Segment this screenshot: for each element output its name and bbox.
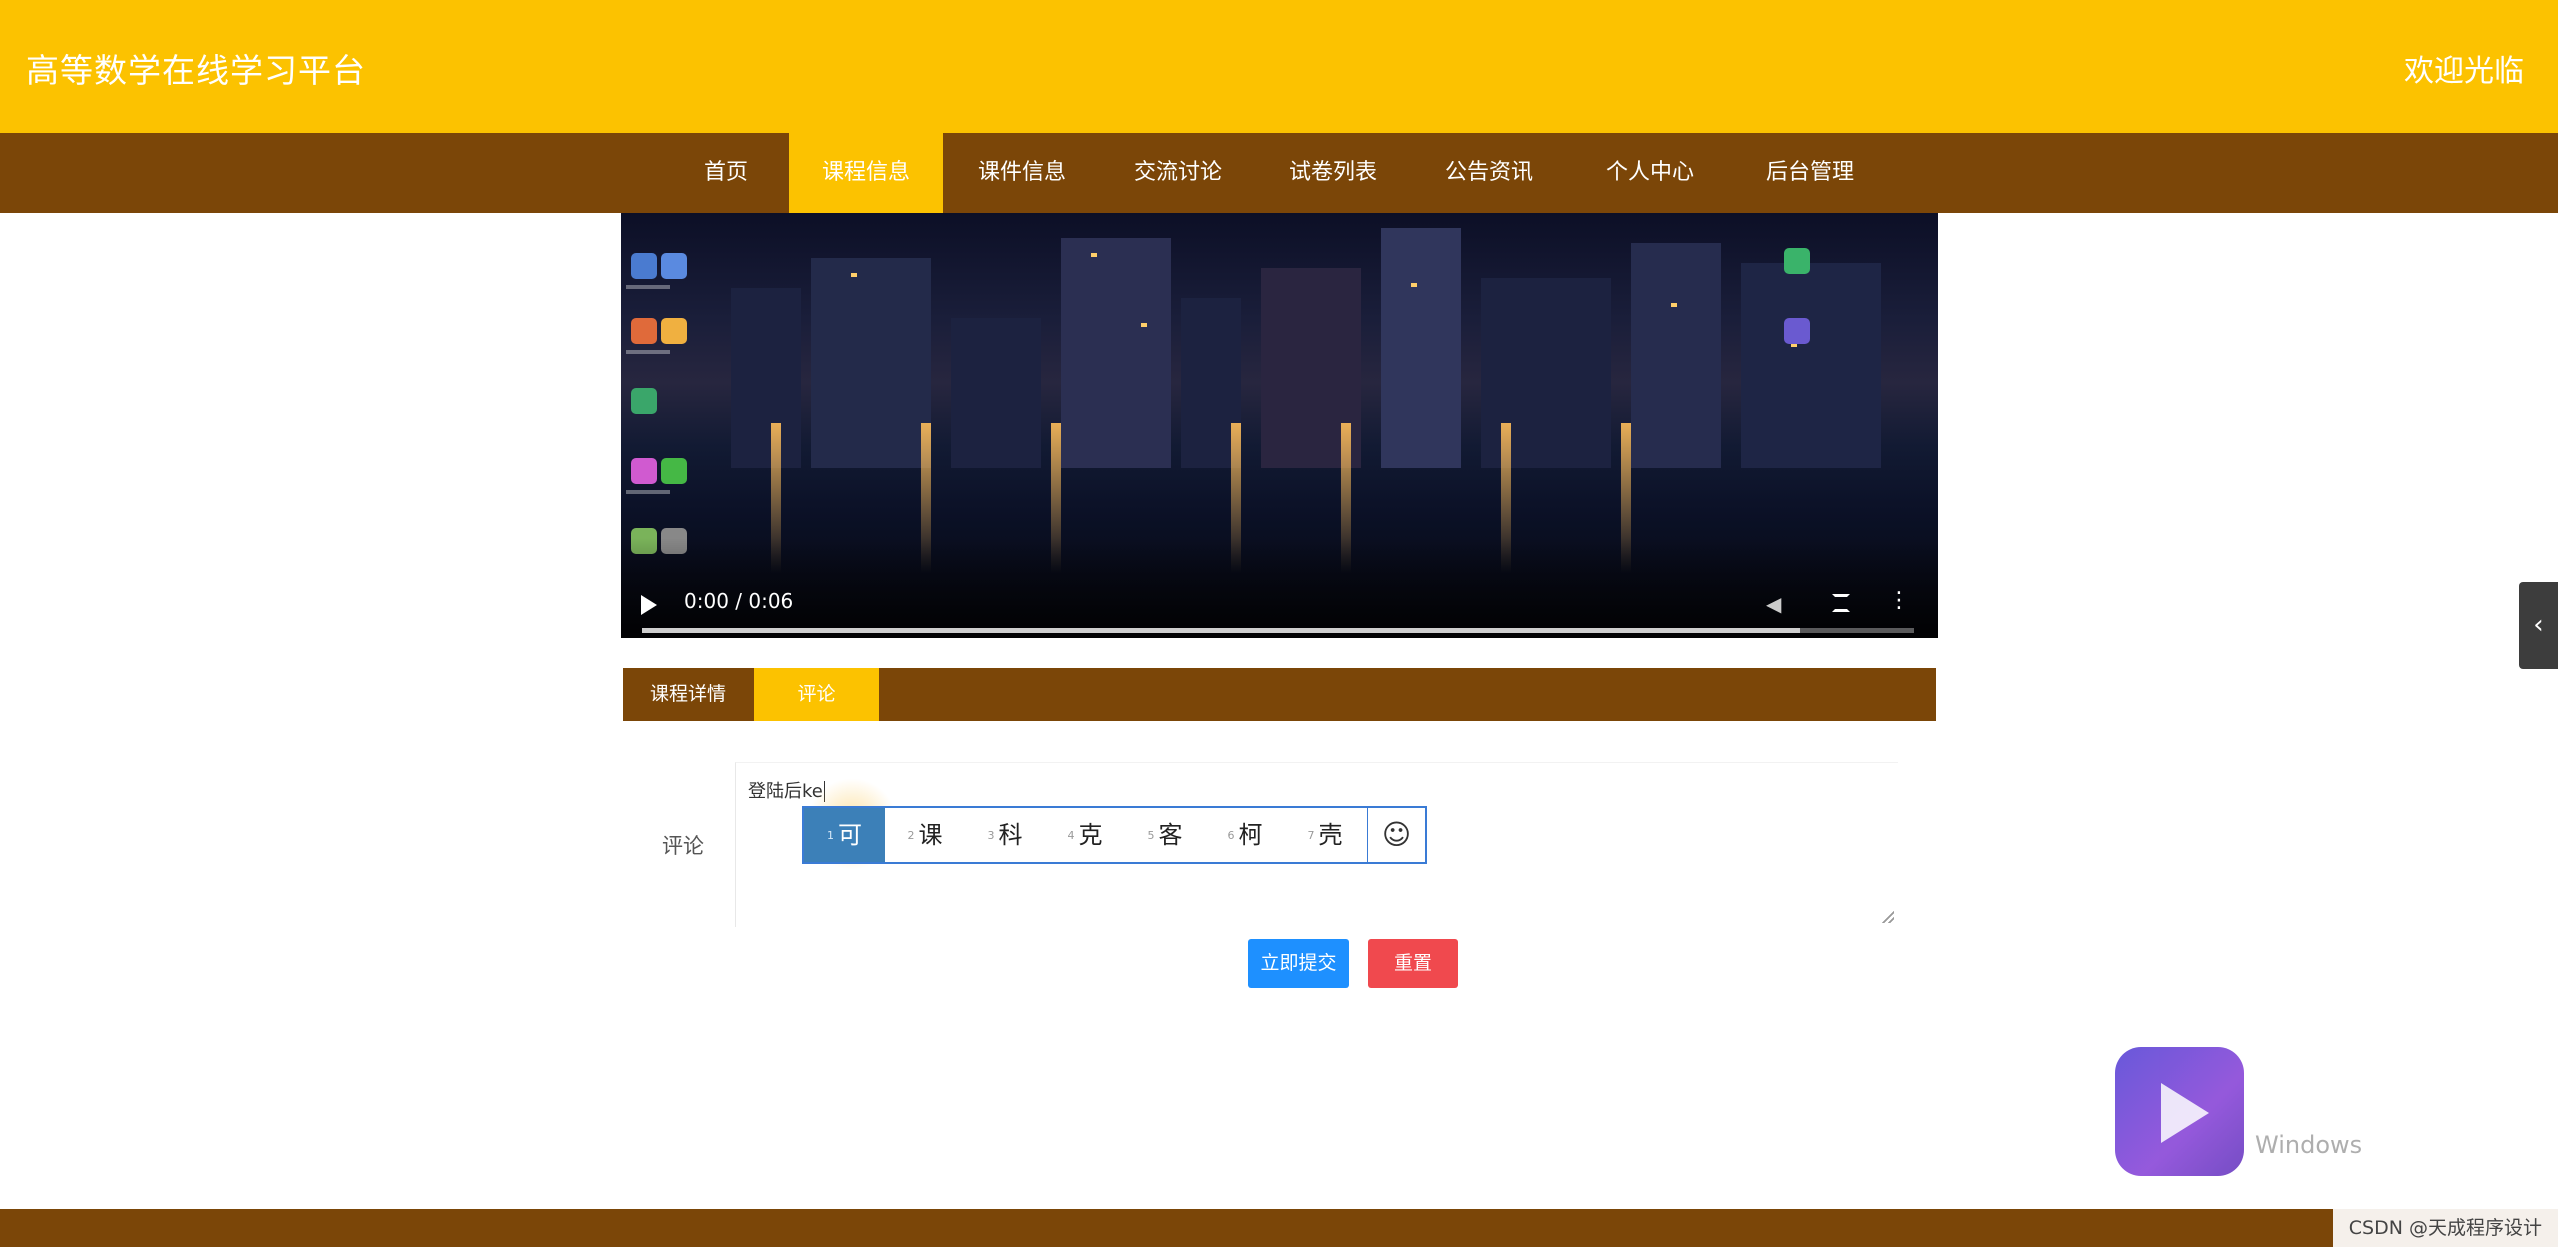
page: 高等数学在线学习平台 欢迎光临 首页 课程信息 课件信息 交流讨论 试卷列表 公… — [0, 0, 2558, 1247]
building — [1381, 228, 1461, 468]
ime-candidate[interactable]: 7壳 — [1285, 808, 1365, 862]
site-footer — [0, 1209, 2558, 1247]
building — [1741, 263, 1881, 468]
site-header: 高等数学在线学习平台 欢迎光临 — [0, 0, 2558, 133]
desktop-icon-label — [626, 285, 670, 289]
desktop-icon-label — [626, 350, 670, 354]
window-light — [1141, 323, 1147, 327]
play-icon[interactable] — [641, 595, 657, 615]
building — [1061, 238, 1171, 468]
desktop-file-icon — [661, 253, 687, 279]
desktop-app-icon — [661, 318, 687, 344]
window-light — [1411, 283, 1417, 287]
building — [811, 258, 931, 468]
course-video[interactable]: 0:00 / 0:06 ◀ ⋮ — [621, 213, 1938, 638]
ime-candidate[interactable]: 2课 — [885, 808, 965, 862]
comment-text: 登陆后ke — [748, 781, 823, 802]
site-title: 高等数学在线学习平台 — [26, 51, 366, 90]
desktop-app-icon — [661, 458, 687, 484]
side-panel-toggle[interactable]: ‹ — [2519, 582, 2558, 669]
comment-label: 评论 — [662, 834, 704, 858]
main-nav: 首页 课程信息 课件信息 交流讨论 试卷列表 公告资讯 个人中心 后台管理 — [0, 133, 2558, 213]
ime-candidate[interactable]: 3科 — [965, 808, 1045, 862]
ime-candidate[interactable]: 5客 — [1125, 808, 1205, 862]
desktop-icon-label — [626, 490, 670, 494]
nav-item-exam-list[interactable]: 试卷列表 — [1263, 133, 1403, 213]
nav-item-courseware[interactable]: 课件信息 — [952, 133, 1092, 213]
recorder-logo — [2115, 1047, 2244, 1176]
activate-windows-text: Windows — [2255, 1131, 2363, 1159]
desktop-app-icon — [1784, 248, 1810, 274]
detail-tabs: 课程详情 评论 — [623, 668, 1936, 721]
reset-button[interactable]: 重置 — [1368, 939, 1458, 988]
play-icon — [2161, 1083, 2209, 1143]
nav-item-discussion[interactable]: 交流讨论 — [1108, 133, 1248, 213]
welcome-text: 欢迎光临 — [2404, 54, 2524, 89]
fullscreen-icon[interactable] — [1832, 594, 1850, 612]
ime-candidate[interactable]: 6柯 — [1205, 808, 1285, 862]
desktop-app-icon — [631, 318, 657, 344]
resize-handle[interactable] — [1882, 911, 1894, 923]
tab-course-details[interactable]: 课程详情 — [623, 668, 753, 721]
nav-item-admin[interactable]: 后台管理 — [1740, 133, 1880, 213]
window-light — [1091, 253, 1097, 257]
building — [951, 318, 1041, 468]
video-controls: 0:00 / 0:06 ◀ ⋮ — [621, 538, 1938, 638]
window-light — [1671, 303, 1677, 307]
submit-button[interactable]: 立即提交 — [1248, 939, 1349, 988]
desktop-app-icon — [631, 388, 657, 414]
ime-candidate[interactable]: 4克 — [1045, 808, 1125, 862]
video-progress-bar[interactable] — [642, 628, 1914, 633]
building — [1631, 243, 1721, 468]
nav-item-course-info[interactable]: 课程信息 — [789, 133, 943, 213]
emoji-icon[interactable]: ☺ — [1367, 808, 1425, 862]
tab-comments[interactable]: 评论 — [754, 668, 879, 721]
desktop-app-icon — [1784, 318, 1810, 344]
volume-icon[interactable]: ◀ — [1766, 592, 1788, 616]
building — [731, 288, 801, 468]
desktop-file-icon — [631, 253, 657, 279]
more-options-icon[interactable]: ⋮ — [1888, 588, 1910, 613]
ime-candidate[interactable]: 1可 — [804, 808, 885, 862]
nav-item-home[interactable]: 首页 — [676, 133, 776, 213]
window-light — [851, 273, 857, 277]
ime-candidate-bar: 1可 2课 3科 4克 5客 6柯 7壳 ☺ — [802, 806, 1427, 864]
nav-item-announcements[interactable]: 公告资讯 — [1419, 133, 1559, 213]
video-time: 0:00 / 0:06 — [684, 589, 794, 613]
video-buffered-bar — [642, 628, 1800, 633]
nav-item-personal-center[interactable]: 个人中心 — [1580, 133, 1720, 213]
csdn-credit: CSDN @天成程序设计 — [2332, 1209, 2558, 1247]
desktop-app-icon — [631, 458, 657, 484]
